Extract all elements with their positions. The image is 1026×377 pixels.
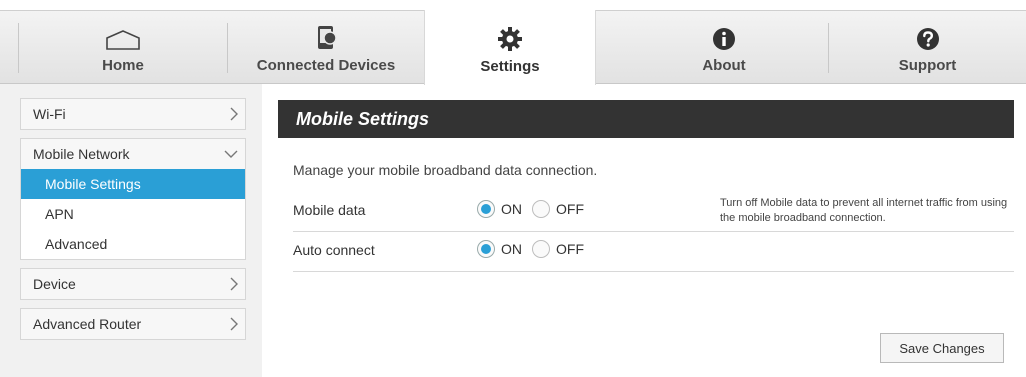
- sidebar-item-label: Advanced Router: [33, 316, 142, 332]
- auto-connect-row: Auto connect ON OFF: [293, 232, 1014, 272]
- radio-unselected-icon: [532, 200, 550, 218]
- sidebar-group-wifi: Wi-Fi: [20, 98, 246, 130]
- tab-home-label: Home: [102, 57, 144, 74]
- auto-connect-radio-group: ON OFF: [477, 240, 584, 258]
- sidebar-item-device[interactable]: Device: [21, 269, 245, 299]
- tab-about-label: About: [702, 57, 746, 74]
- tab-home[interactable]: Home: [19, 11, 227, 84]
- radio-label: ON: [501, 241, 522, 257]
- chevron-right-icon: [229, 309, 239, 339]
- chevron-right-icon: [229, 269, 239, 299]
- radio-selected-icon: [477, 200, 495, 218]
- radio-label: ON: [501, 201, 522, 217]
- mobile-data-off-radio[interactable]: OFF: [532, 200, 584, 218]
- mobile-data-radio-group: ON OFF: [477, 200, 584, 218]
- tab-support-label: Support: [898, 57, 957, 74]
- sidebar: Wi-Fi Mobile Network Mobile Settings APN…: [0, 84, 262, 377]
- device-icon: [315, 26, 337, 51]
- chevron-down-icon: [223, 139, 239, 169]
- gear-icon: [497, 27, 523, 52]
- mobile-data-label: Mobile data: [293, 202, 366, 218]
- sidebar-group-device: Device: [20, 268, 246, 300]
- sidebar-item-mobile-network[interactable]: Mobile Network: [21, 139, 245, 169]
- top-navigation: Home Connected Devices Settings About Su…: [0, 10, 1026, 85]
- auto-connect-label: Auto connect: [293, 242, 375, 258]
- auto-connect-on-radio[interactable]: ON: [477, 240, 522, 258]
- radio-selected-icon: [477, 240, 495, 258]
- tab-about[interactable]: About: [620, 11, 828, 84]
- tab-support[interactable]: Support: [829, 11, 1026, 84]
- page-description: Manage your mobile broadband data connec…: [293, 162, 598, 178]
- radio-label: OFF: [556, 241, 584, 257]
- question-icon: [916, 27, 940, 51]
- sidebar-item-advanced-router[interactable]: Advanced Router: [21, 309, 245, 339]
- info-icon: [712, 27, 736, 51]
- sidebar-group-mobile-network: Mobile Network Mobile Settings APN Advan…: [20, 138, 246, 260]
- mobile-data-on-radio[interactable]: ON: [477, 200, 522, 218]
- tab-connected-devices[interactable]: Connected Devices: [228, 11, 424, 84]
- mobile-data-row: Mobile data ON OFF Turn off Mobile data …: [293, 192, 1014, 232]
- sidebar-item-label: Device: [33, 276, 76, 292]
- tab-connected-devices-label: Connected Devices: [256, 57, 396, 74]
- sidebar-group-advanced-router: Advanced Router: [20, 308, 246, 340]
- save-changes-button[interactable]: Save Changes: [880, 333, 1004, 363]
- mobile-data-hint: Turn off Mobile data to prevent all inte…: [720, 197, 1008, 224]
- home-icon: [105, 27, 141, 51]
- tab-settings[interactable]: Settings: [424, 10, 596, 85]
- chevron-right-icon: [229, 99, 239, 129]
- auto-connect-off-radio[interactable]: OFF: [532, 240, 584, 258]
- sidebar-item-apn[interactable]: APN: [21, 199, 245, 229]
- sidebar-item-mobile-settings[interactable]: Mobile Settings: [21, 169, 245, 199]
- radio-label: OFF: [556, 201, 584, 217]
- radio-unselected-icon: [532, 240, 550, 258]
- sidebar-item-wifi[interactable]: Wi-Fi: [21, 99, 245, 129]
- sidebar-item-label: Mobile Network: [33, 146, 130, 162]
- sidebar-item-label: Wi-Fi: [33, 106, 66, 122]
- page-title: Mobile Settings: [278, 100, 1014, 138]
- tab-settings-label: Settings: [480, 58, 540, 75]
- sidebar-item-advanced[interactable]: Advanced: [21, 229, 245, 259]
